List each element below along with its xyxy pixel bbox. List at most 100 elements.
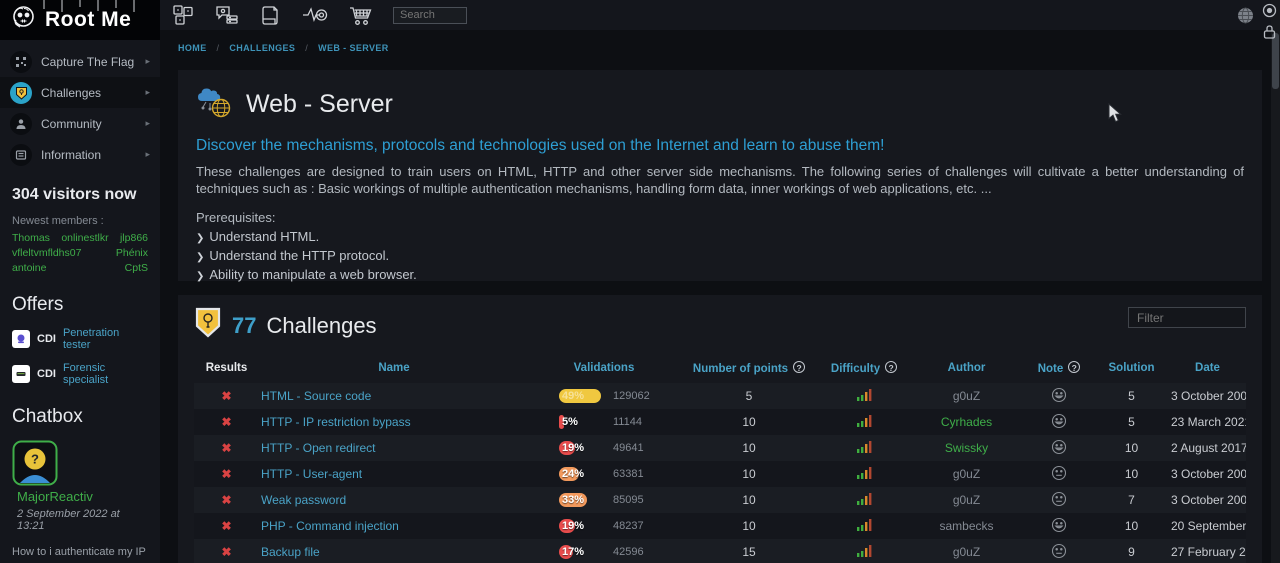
sidebar-item-community[interactable]: Community ▸	[0, 108, 160, 139]
chevron-right-icon: ▸	[145, 87, 150, 98]
logo[interactable]: Root Me	[0, 0, 160, 40]
lock-overlay-icon[interactable]	[1262, 24, 1277, 40]
difficulty-bars-icon	[856, 440, 872, 454]
author-link[interactable]: Cyrhades	[941, 415, 992, 429]
filter-input[interactable]	[1128, 307, 1246, 328]
points-value: 5	[679, 383, 819, 409]
challenge-link[interactable]: HTTP - IP restriction bypass	[261, 415, 411, 429]
breadcrumb-separator: /	[217, 43, 220, 53]
validation-progress: 19%49641	[531, 441, 677, 455]
category-subtitle: Discover the mechanisms, protocols and t…	[196, 137, 1244, 155]
target-overlay-icon[interactable]	[1262, 3, 1277, 18]
validation-percent: 5%	[562, 415, 578, 429]
offers-title: Offers	[12, 294, 148, 316]
challenge-link[interactable]: HTTP - User-agent	[261, 467, 362, 481]
activity-target-icon[interactable]	[302, 4, 328, 26]
solution-count: 7	[1094, 487, 1169, 513]
challenge-link[interactable]: PHP - Command injection	[261, 519, 399, 533]
help-icon[interactable]: ?	[1068, 361, 1080, 373]
author-link[interactable]: g0uZ	[953, 389, 980, 403]
members-list: Thomas onlinestlkr jlp866 vfleltvmfldhs07 Ph…	[12, 232, 148, 274]
forum-server-icon[interactable]	[215, 4, 239, 27]
not-validated-icon: ✖	[221, 545, 231, 559]
points-value: 10	[679, 487, 819, 513]
scrollbar[interactable]	[1271, 0, 1280, 563]
avatar[interactable]: ?	[12, 440, 58, 486]
not-validated-icon: ✖	[221, 519, 231, 533]
docs-icon[interactable]	[259, 4, 282, 27]
newest-members-label: Newest members :	[12, 215, 148, 227]
grin-face-icon	[1051, 387, 1067, 403]
author-link[interactable]: g0uZ	[953, 493, 980, 507]
challenge-date: 3 October 2006	[1169, 487, 1246, 513]
col-name[interactable]: Name	[259, 354, 529, 383]
member-link[interactable]: vfleltvmfldhs07	[12, 247, 81, 259]
scrollbar-thumb[interactable]	[1272, 33, 1279, 89]
challenge-date: 2 August 2017	[1169, 435, 1246, 461]
hanging-strings-decoration	[0, 0, 160, 14]
breadcrumb-home[interactable]: HOME	[178, 43, 207, 53]
solution-count: 10	[1094, 513, 1169, 539]
member-link[interactable]: Phénix	[116, 247, 148, 259]
chat-username-link[interactable]: MajorReactiv	[17, 489, 93, 504]
challenge-row[interactable]: ✖Weak password33%8509510g0uZ73 October 2…	[194, 487, 1246, 513]
validation-progress: 33%85095	[531, 493, 677, 507]
challenge-row[interactable]: ✖HTTP - Open redirect19%4964110Swissky10…	[194, 435, 1246, 461]
offer-forensic-specialist[interactable]: CDI Forensic specialist	[12, 362, 148, 386]
faq-icon[interactable]	[172, 4, 195, 27]
author-link[interactable]: sambecks	[939, 519, 993, 533]
author-link[interactable]: g0uZ	[953, 467, 980, 481]
col-difficulty[interactable]: Difficulty?	[819, 354, 909, 383]
author-link[interactable]: Swissky	[945, 441, 988, 455]
challenge-date: 20 September 2017	[1169, 513, 1246, 539]
col-results[interactable]: Results	[194, 354, 259, 383]
help-icon[interactable]: ?	[885, 361, 897, 373]
validation-progress: 24%63381	[531, 467, 677, 481]
offer-contract: CDI	[37, 333, 56, 345]
col-number-of-points[interactable]: Number of points?	[679, 354, 819, 383]
offer-link[interactable]: Penetration tester	[63, 327, 148, 351]
breadcrumb-challenges[interactable]: CHALLENGES	[229, 43, 295, 53]
author-link[interactable]: g0uZ	[953, 545, 980, 559]
challenges-table-body: ✖HTML - Source code49%1290625g0uZ53 Octo…	[194, 383, 1246, 563]
challenge-row[interactable]: ✖HTTP - IP restriction bypass5%1114410Cy…	[194, 409, 1246, 435]
globe-icon[interactable]	[1237, 7, 1254, 24]
solution-count: 9	[1094, 539, 1169, 563]
validation-percent: 17%	[562, 545, 584, 559]
help-icon[interactable]: ?	[793, 361, 805, 373]
community-icon	[10, 113, 32, 135]
challenge-link[interactable]: HTML - Source code	[261, 389, 371, 403]
breadcrumb-web-server[interactable]: WEB - SERVER	[318, 43, 389, 53]
offer-penetration-tester[interactable]: CDI Penetration tester	[12, 327, 148, 351]
challenge-link[interactable]: Weak password	[261, 493, 346, 507]
col-note[interactable]: Note?	[1024, 354, 1094, 383]
member-link[interactable]: antoine	[12, 262, 46, 274]
cart-icon[interactable]	[348, 4, 373, 27]
challenge-link[interactable]: Backup file	[261, 545, 320, 559]
sidebar-item-challenges[interactable]: Challenges ▸	[0, 77, 160, 108]
member-link[interactable]: onlinestlkr	[61, 232, 108, 244]
challenge-row[interactable]: ✖HTML - Source code49%1290625g0uZ53 Octo…	[194, 383, 1246, 409]
not-validated-icon: ✖	[221, 467, 231, 481]
chat-message: How to i authenticate my IP ?	[12, 545, 148, 563]
member-link[interactable]: Thomas	[12, 232, 50, 244]
challenge-row[interactable]: ✖Backup file17%4259615g0uZ927 February 2…	[194, 539, 1246, 563]
prerequisite-item: ❯Understand HTML.	[196, 229, 1244, 244]
col-validations[interactable]: Validations	[529, 354, 679, 383]
points-value: 10	[679, 435, 819, 461]
search-input[interactable]	[393, 7, 467, 24]
member-link[interactable]: CptS	[125, 262, 148, 274]
member-link[interactable]: jlp866	[120, 232, 148, 244]
challenge-row[interactable]: ✖PHP - Command injection19%4823710sambec…	[194, 513, 1246, 539]
sidebar-item-information[interactable]: Information ▸	[0, 139, 160, 170]
col-solution[interactable]: Solution	[1094, 354, 1169, 383]
svg-text:?: ?	[31, 452, 39, 467]
solution-count: 5	[1094, 409, 1169, 435]
validation-count: 129062	[613, 390, 650, 402]
col-author[interactable]: Author	[909, 354, 1024, 383]
offer-link[interactable]: Forensic specialist	[63, 362, 148, 386]
challenge-link[interactable]: HTTP - Open redirect	[261, 441, 375, 455]
col-date[interactable]: Date	[1169, 354, 1246, 383]
sidebar-item-capture-the-flag[interactable]: Capture The Flag ▸	[0, 46, 160, 77]
challenge-row[interactable]: ✖HTTP - User-agent24%6338110g0uZ103 Octo…	[194, 461, 1246, 487]
